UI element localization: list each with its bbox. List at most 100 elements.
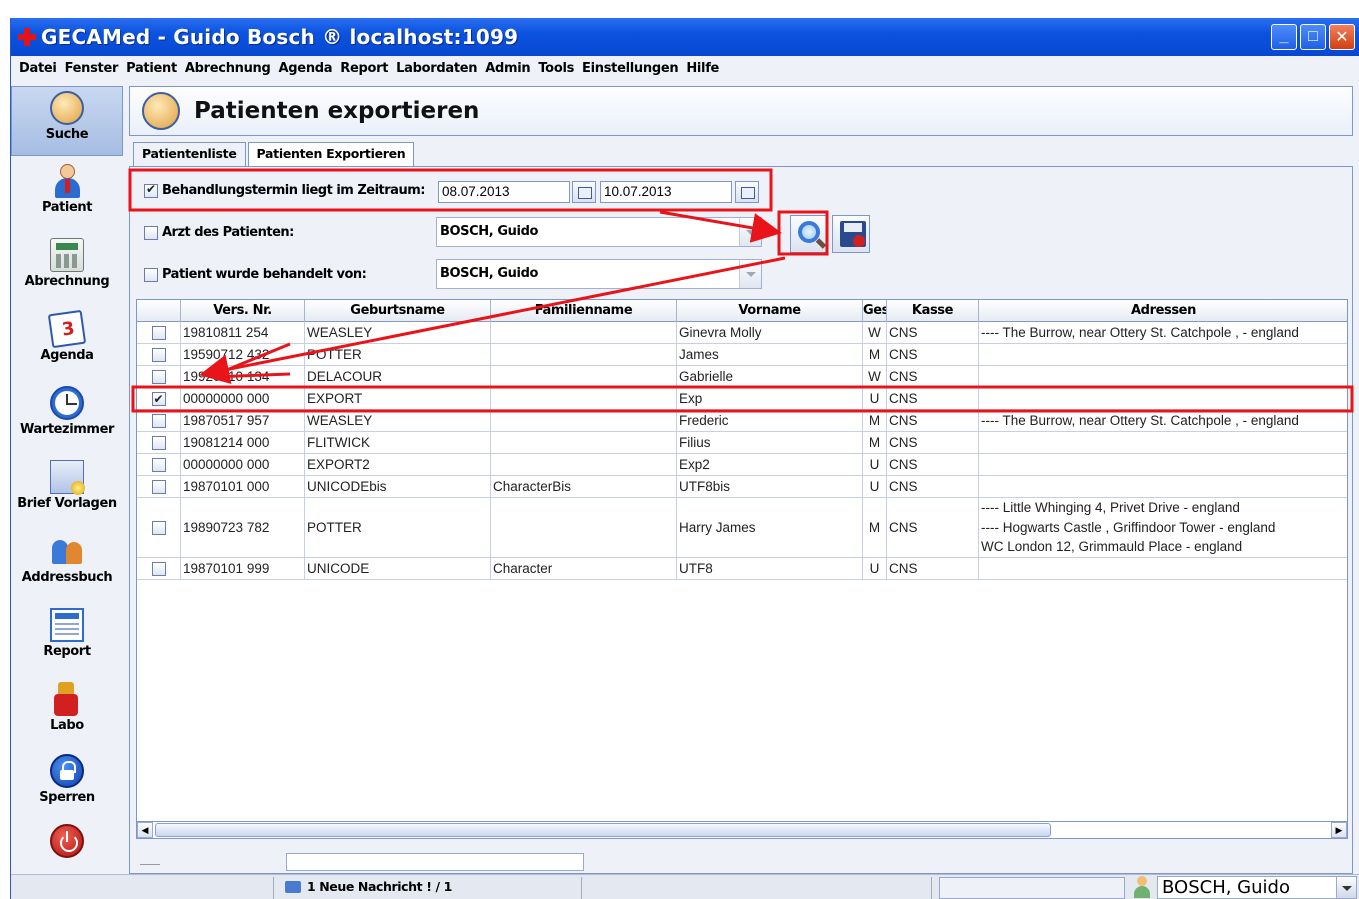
user-select-value: BOSCH, Guido (1162, 877, 1290, 898)
date-to-calendar-button[interactable] (735, 181, 759, 203)
treated-by-checkbox[interactable] (144, 267, 158, 282)
table-row[interactable]: 19870101 000 UNICODEbis CharacterBis UTF8bi… (137, 476, 1347, 498)
column-header[interactable]: Familienname (491, 300, 677, 322)
table-row[interactable]: 00000000 000EXPORT ExpUCNS (137, 388, 1347, 410)
user-select[interactable]: BOSCH, Guido (1157, 876, 1357, 899)
letter-icon (50, 460, 85, 495)
date-from-field[interactable]: 08.07.2013 (438, 181, 570, 203)
table-row[interactable]: 00000000 000 EXPORT2 Exp2 U CNS (137, 454, 1347, 476)
tab-patienten-exportieren[interactable]: Patienten Exportieren (247, 142, 415, 167)
row-checkbox[interactable] (151, 413, 166, 428)
date-range-checkbox[interactable] (144, 182, 158, 198)
doctor-checkbox[interactable] (144, 225, 158, 240)
date-to-field[interactable]: 10.07.2013 (600, 181, 732, 203)
row-checkbox[interactable] (151, 369, 166, 384)
sidebar-item-agenda[interactable]: Agenda (11, 308, 123, 378)
tab-bar: Patientenliste Patienten Exportieren (133, 142, 416, 167)
table-row[interactable]: 19810811 254 WEASLEY Ginevra Molly W CNS ----… (137, 322, 1347, 344)
address-line: ---- The Burrow, near Ottery St. Catchpo… (981, 324, 1299, 340)
cell-kasse: CNS (887, 498, 979, 557)
menu-datei[interactable]: Datei (19, 61, 57, 76)
calculator-icon (50, 238, 84, 272)
table-row[interactable]: 19081214 000 FLITWICK Filius M CNS (137, 432, 1347, 454)
row-select-cell (137, 344, 181, 365)
cell-vorname: Filius (677, 432, 863, 453)
cell-vers: 00000000 000 (181, 454, 305, 475)
sidebar-item-abrechnung[interactable]: Abrechnung (11, 234, 123, 304)
menu-admin[interactable]: Admin (485, 61, 530, 76)
cell-familienname (491, 498, 677, 557)
scroll-right-icon[interactable]: ▶ (1331, 822, 1347, 838)
row-checkbox[interactable] (151, 435, 166, 450)
scroll-left-icon[interactable]: ◀ (137, 822, 153, 838)
new-message-indicator[interactable]: 1 Neue Nachricht ! / 1 (285, 879, 452, 894)
table-row[interactable]: 19890723 782 POTTER Harry James M CNS ---- Li… (137, 498, 1347, 558)
treated-by-select[interactable]: BOSCH, Guido (436, 259, 762, 289)
row-checkbox[interactable] (151, 561, 166, 576)
sidebar-item-labo[interactable]: Labo (11, 678, 123, 748)
table-body: 19810811 254 WEASLEY Ginevra Molly W CNS ----… (137, 322, 1347, 580)
column-header[interactable]: Kasse (887, 300, 979, 322)
table-row[interactable]: 19870101 999 UNICODE Character UTF8 U CNS (137, 558, 1347, 580)
cell-vorname: UTF8 (677, 558, 863, 579)
table-row[interactable]: 19920910 134 DELACOUR Gabrielle W CNS (137, 366, 1347, 388)
minimize-button[interactable]: _ (1271, 24, 1297, 50)
cell-adressen (979, 432, 1347, 453)
sidebar-item-exit[interactable] (11, 820, 123, 870)
row-checkbox[interactable] (151, 389, 166, 409)
doctor-label: Arzt des Patienten: (162, 225, 294, 240)
column-header[interactable]: Ges (863, 300, 887, 322)
column-header[interactable]: Geburtsname (305, 300, 491, 322)
cell-vorname: Ginevra Molly (677, 322, 863, 343)
cell-kasse: CNS (887, 366, 979, 387)
table-row[interactable]: 19870517 957 WEASLEY Frederic M CNS ---- The … (137, 410, 1347, 432)
column-header[interactable]: Adressen (979, 300, 1347, 322)
column-header[interactable] (137, 300, 181, 322)
row-checkbox[interactable] (151, 479, 166, 494)
scroll-thumb[interactable] (155, 823, 1051, 837)
treated-by-label: Patient wurde behandelt von: (162, 267, 367, 282)
title-bar[interactable]: GECAMed - Guido Bosch ® localhost:1099 _… (11, 18, 1359, 56)
tab-patientenliste[interactable]: Patientenliste (133, 142, 246, 166)
doctor-select[interactable]: BOSCH, Guido (436, 217, 762, 247)
menu-agenda[interactable]: Agenda (279, 61, 333, 76)
sidebar-item-sperren[interactable]: Sperren (11, 750, 123, 820)
sidebar-item-suche[interactable]: Suche (11, 86, 123, 156)
cell-geburtsname: EXPORT2 (305, 454, 491, 475)
column-header[interactable]: Vers. Nr. (181, 300, 305, 322)
table-row[interactable]: 19590712 432 POTTER James M CNS (137, 344, 1347, 366)
sidebar-item-wartezimmer[interactable]: Wartezimmer (11, 382, 123, 452)
cell-kasse: CNS (887, 476, 979, 497)
page-title: Patienten exportieren (194, 98, 480, 124)
divider (140, 853, 160, 865)
menu-tools[interactable]: Tools (538, 61, 574, 76)
menu-einstellungen[interactable]: Einstellungen (582, 61, 679, 76)
menu-hilfe[interactable]: Hilfe (686, 61, 719, 76)
horizontal-scrollbar[interactable]: ◀ ▶ (136, 821, 1348, 839)
sidebar-item-addressbuch[interactable]: Addressbuch (11, 530, 123, 600)
new-message-text: 1 Neue Nachricht ! / 1 (307, 879, 452, 894)
row-checkbox[interactable] (151, 520, 166, 535)
export-save-button[interactable] (832, 215, 870, 253)
sidebar-item-report[interactable]: Report (11, 604, 123, 674)
sidebar-item-brief-vorlagen[interactable]: Brief Vorlagen (11, 456, 123, 526)
lab-icon (50, 682, 84, 716)
column-header[interactable]: Vorname (677, 300, 863, 322)
sidebar-item-patient[interactable]: Patient (11, 160, 123, 230)
menu-patient[interactable]: Patient (126, 61, 177, 76)
row-checkbox[interactable] (151, 347, 166, 362)
row-checkbox[interactable] (151, 325, 166, 340)
row-checkbox[interactable] (151, 457, 166, 472)
cell-adressen: ---- The Burrow, near Ottery St. Catchpo… (979, 410, 1347, 431)
cell-adressen (979, 344, 1347, 365)
date-from-calendar-button[interactable] (572, 181, 596, 203)
cell-kasse: CNS (887, 344, 979, 365)
close-button[interactable]: ✕ (1329, 24, 1355, 50)
menu-abrechnung[interactable]: Abrechnung (185, 61, 271, 76)
search-button[interactable] (790, 215, 828, 253)
cell-geburtsname: WEASLEY (305, 410, 491, 431)
menu-fenster[interactable]: Fenster (65, 61, 119, 76)
maximize-button[interactable]: □ (1300, 24, 1326, 50)
menu-labordaten[interactable]: Labordaten (396, 61, 477, 76)
menu-report[interactable]: Report (340, 61, 388, 76)
